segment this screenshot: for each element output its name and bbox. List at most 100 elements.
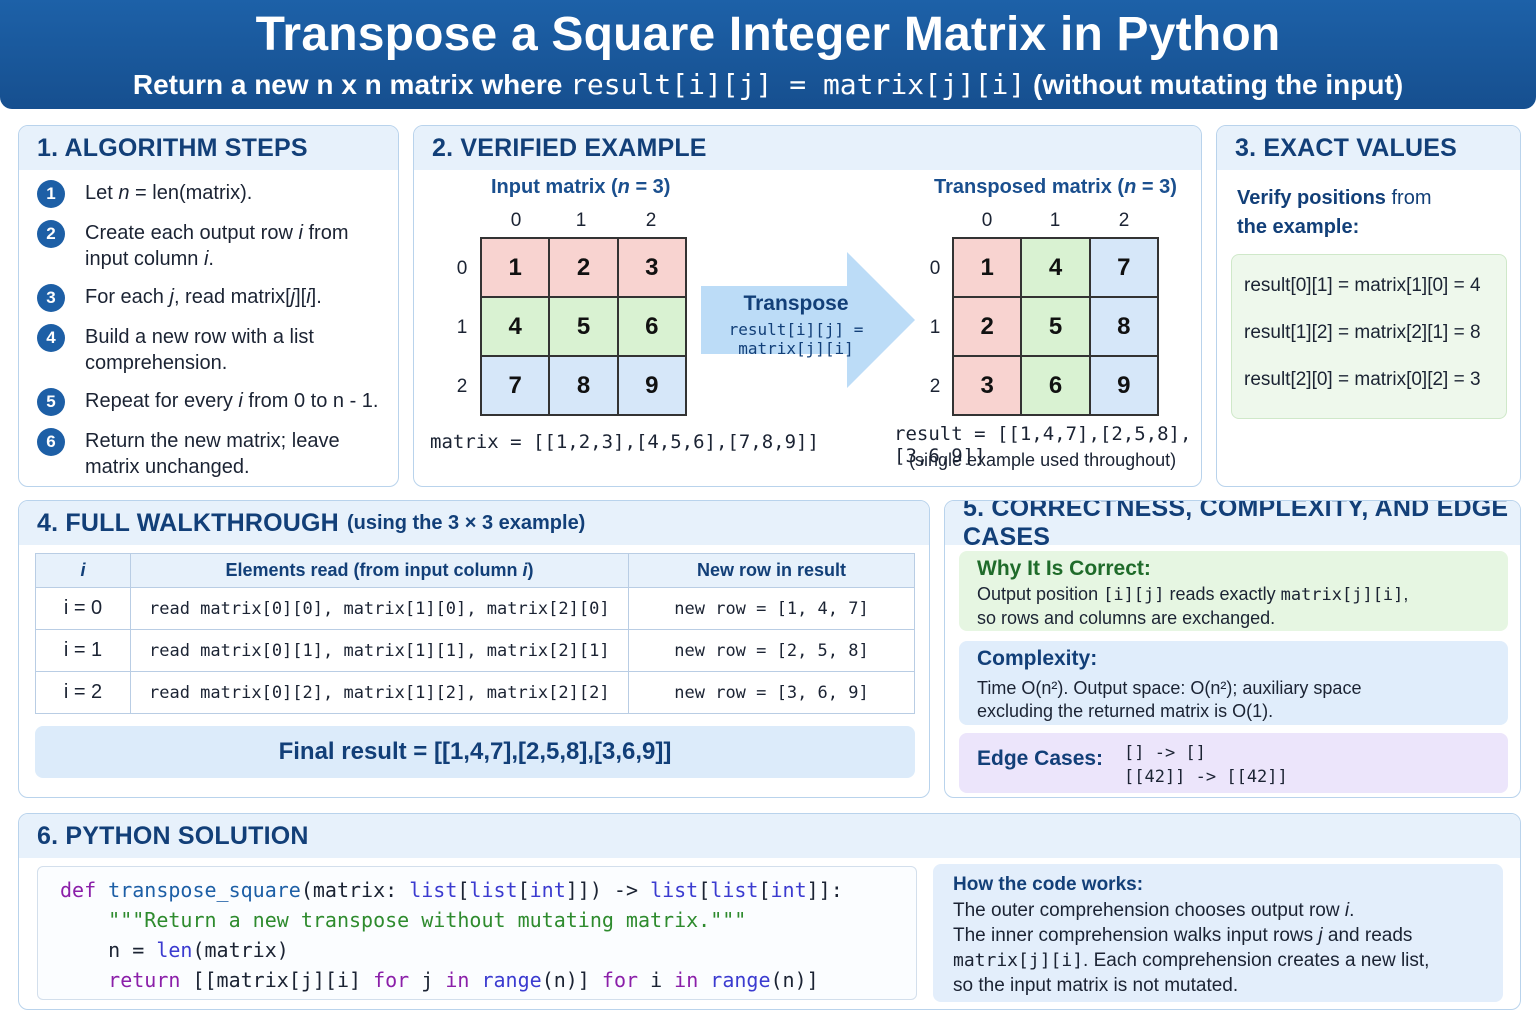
row-index: 1 [456,317,468,338]
step-number-badge: 3 [37,284,65,312]
row-index: 2 [929,376,941,397]
step-text-part: Create each output row [85,222,299,244]
final-result-box: Final result = [[1,4,7],[2,5,8],[3,6,9]] [35,726,915,778]
subtitle-suffix: (without mutating the input) [1033,69,1404,100]
correctness-panel: 5. CORRECTNESS, COMPLEXITY, AND EDGE CAS… [944,500,1521,798]
edge-case-line: [[42]] -> [[42]] [1124,767,1288,787]
panel-title: 1. ALGORITHM STEPS [37,133,308,162]
subtitle-prefix: Return a new n x n matrix where [132,69,563,100]
body-text: reads exactly [1164,584,1281,604]
panel-header: 6. PYTHON SOLUTION [19,814,1520,858]
step-number-badge: 6 [37,428,65,456]
matrix-cell: 2 [953,297,1022,356]
body-text: and reads [1322,925,1413,946]
title-part: Input matrix ( [491,176,618,198]
col-index: 0 [981,210,993,231]
complexity-title: Complexity: [977,647,1098,670]
body-text: so the input matrix is not mutated. [953,975,1239,996]
step-text: Build a new row with a list comprehensio… [85,326,314,374]
correctness-title: Why It Is Correct: [977,557,1151,580]
matrix-cell: 4 [1021,238,1090,297]
matrix-cell: 7 [1089,238,1158,297]
exact-values-panel: 3. EXACT VALUES Verify positions from th… [1216,125,1521,487]
panel-header: 2. VERIFIED EXAMPLE [414,126,1201,170]
matrix-cell: 9 [617,356,686,415]
body-text: The inner comprehension walks input rows [953,925,1319,946]
matrix-cell: 2 [549,238,618,297]
step-item: 4 Build a new row with a list comprehens… [37,324,387,376]
row-cell: new row = [2, 5, 8] [628,629,915,672]
output-matrix-grid: 1 4 7 2 5 8 3 6 9 [952,237,1159,416]
body-code: [i][j] [1103,585,1165,605]
matrix-cell: 8 [549,356,618,415]
step-item: 3 For each j, read matrix[j][i]. [37,284,387,312]
code-block: def transpose_square(matrix: list[list[i… [37,866,917,1000]
table-row: i = 1 read matrix[0][1], matrix[1][1], m… [35,629,915,672]
complexity-body: Time O(n²). Output space: O(n²); auxilia… [977,677,1497,723]
row-index: 0 [929,258,941,279]
header-text: ) [527,560,534,580]
how-body: The outer comprehension chooses output r… [953,898,1493,998]
step-item: 2 Create each output row i from input co… [37,220,387,272]
table-header-row: i Elements read (from input column i) Ne… [35,553,915,588]
panel-header: 1. ALGORITHM STEPS [19,126,398,170]
step-text: For each j, read matrix[j][i]. [85,284,322,310]
body-text: excluding the returned matrix is O(1). [977,701,1274,721]
matrix-cell: 1 [481,238,550,297]
step-item: 1 Let n = len(matrix). [37,180,387,208]
step-text-part: For each [85,286,170,308]
matrix-cell: 3 [617,238,686,297]
exact-values-box: result[0][1] = matrix[1][0] = 4 result[1… [1231,254,1507,419]
edge-cases-body: [] -> [] [[42]] -> [[42]] [1124,741,1520,789]
correctness-box: Why It Is Correct: Output position [i][j… [959,551,1508,631]
page-subtitle: Return a new n x n matrix where result[i… [0,68,1536,102]
matrix-cell: 6 [617,297,686,356]
verify-intro: Verify positions from the example: [1237,184,1432,242]
step-text: Let n = len(matrix). [85,180,252,206]
title-em: n [1124,176,1137,198]
arrow-formula: result[i][j] = matrix[j][i] [728,320,864,358]
step-item: 5 Repeat for every i from 0 to n - 1. [37,388,387,416]
col-index: 2 [645,210,657,231]
matrix-cell: 3 [953,356,1022,415]
step-text: Repeat for every i from 0 to n - 1. [85,388,378,414]
arrow-title: Transpose [743,292,849,315]
body-code: matrix[j][i] [1280,585,1404,605]
python-code: def transpose_square(matrix: list[list[i… [60,878,843,992]
complexity-box: Complexity: Time O(n²). Output space: O(… [959,641,1508,725]
body-text: Output position [977,584,1104,604]
edge-case-line: [] -> [] [1124,743,1206,763]
how-it-works-box: How the code works: The outer comprehens… [933,864,1503,1002]
col-index: 2 [1118,210,1130,231]
table-row: i = 2 read matrix[0][2], matrix[1][2], m… [35,671,915,714]
body-code: matrix[j][i] [953,950,1084,971]
matrix-cell: 5 [1021,297,1090,356]
body-text: The outer comprehension chooses output r… [953,900,1345,921]
read-cell: read matrix[0][2], matrix[1][2], matrix[… [130,671,629,714]
panel-title: 4. FULL WALKTHROUGH [37,508,339,537]
panel-header: 3. EXACT VALUES [1217,126,1520,170]
matrix-cell: 4 [481,297,550,356]
step-text-part: Let [85,182,119,204]
header-text: Elements read (from input column [225,560,523,580]
output-note: (single example used throughout) [909,450,1177,470]
exact-value-line: result[1][2] = matrix[2][1] = 8 [1244,322,1481,343]
body-text: Time O(n²). Output space: O(n²); auxilia… [977,678,1362,698]
title-part: Transposed matrix ( [934,176,1125,198]
read-cell: read matrix[0][1], matrix[1][1], matrix[… [130,629,629,672]
walkthrough-panel: 4. FULL WALKTHROUGH (using the 3 × 3 exa… [18,500,930,798]
body-text: . Each comprehension creates a new list, [1083,950,1430,971]
arrow-label: Transpose result[i][j] = matrix[j][i] [701,292,891,358]
step-text-part: . [208,248,214,270]
body-text: . [1349,900,1355,921]
body-text: so rows and columns are exchanged. [977,608,1276,628]
column-header: i [35,553,131,588]
intro-bold: the example: [1237,216,1360,238]
steps-list: 1 Let n = len(matrix). 2 Create each out… [37,180,387,486]
title-em: n [617,176,630,198]
step-text: Create each output row i from input colu… [85,220,387,272]
header-text: i [80,560,86,580]
title-part: = 3) [1136,176,1177,198]
intro-text: from [1385,187,1432,209]
input-matrix-code: matrix = [[1,2,3],[4,5,6],[7,8,9]] [430,431,819,453]
